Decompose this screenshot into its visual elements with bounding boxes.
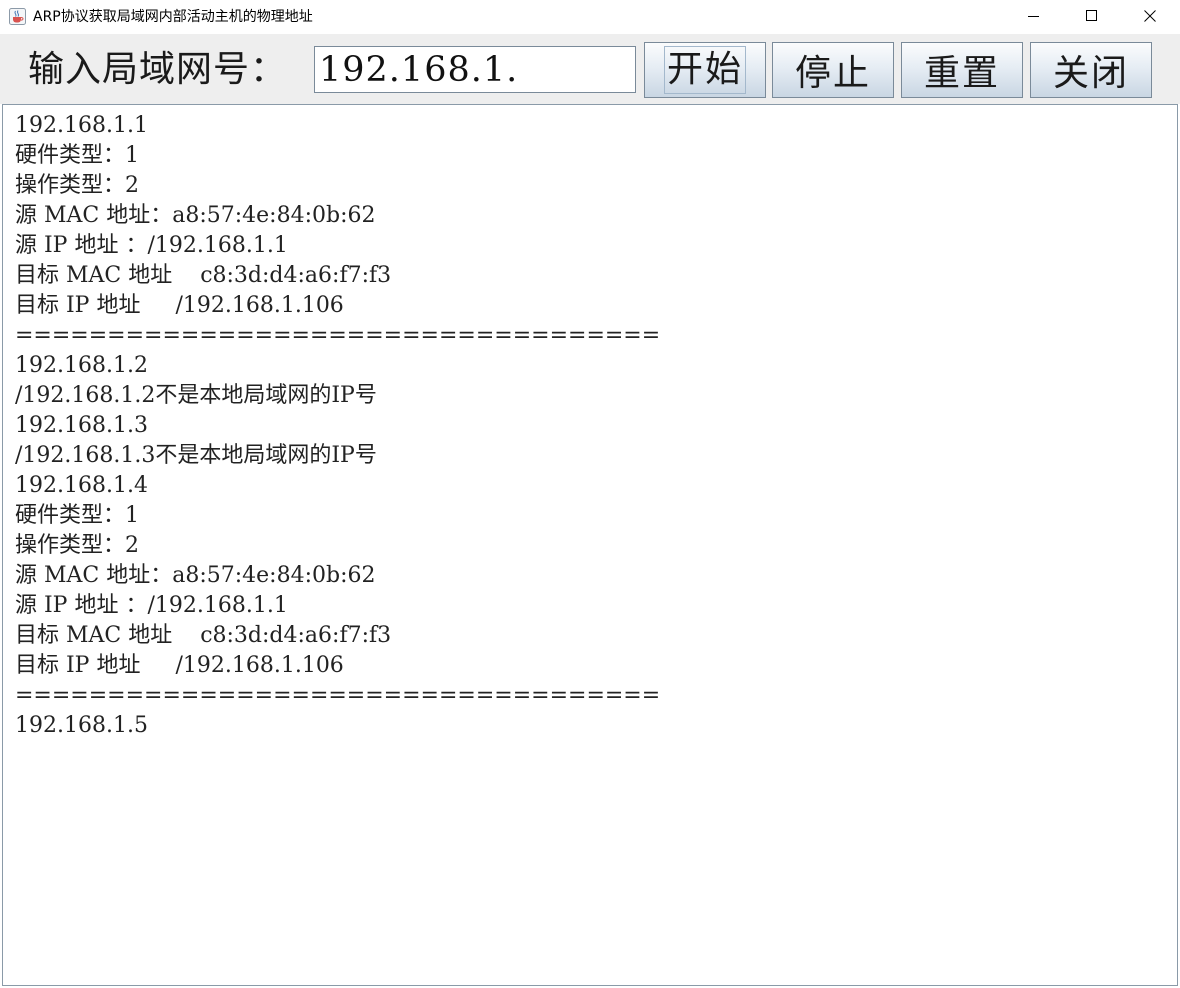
output-line: /192.168.1.2不是本地局域网的IP号 xyxy=(15,383,377,408)
output-text-area[interactable]: 192.168.1.1 硬件类型：1 操作类型：2 源 MAC 地址：a8:57:4e… xyxy=(2,104,1178,986)
close-window-button[interactable] xyxy=(1121,0,1179,32)
output-line: 目标 MAC 地址 c8:3d:d4:a6:f7:f3 xyxy=(15,623,392,648)
toolbar: 输入局域网号： 开始 停止 重置 关闭 xyxy=(0,34,1180,104)
output-line: 源 MAC 地址：a8:57:4e:84:0b:62 xyxy=(15,203,376,228)
output-line: 硬件类型：1 xyxy=(15,503,139,528)
app-window: ARP协议获取局域网内部活动主机的物理地址 输入局域网号： 开始 停止 重置 关… xyxy=(0,0,1180,988)
output-line: 目标 IP 地址 /192.168.1.106 xyxy=(15,653,344,678)
output-line: 源 IP 地址 ：/192.168.1.1 xyxy=(15,233,288,258)
output-line: 192.168.1.1 xyxy=(15,113,148,138)
minimize-icon xyxy=(1028,16,1039,17)
output-line: 目标 IP 地址 /192.168.1.106 xyxy=(15,293,344,318)
output-line: 目标 MAC 地址 c8:3d:d4:a6:f7:f3 xyxy=(15,263,392,288)
start-button-label: 开始 xyxy=(663,46,746,94)
start-button[interactable]: 开始 xyxy=(644,42,766,98)
title-bar[interactable]: ARP协议获取局域网内部活动主机的物理地址 xyxy=(0,0,1180,34)
close-icon xyxy=(1144,10,1156,22)
output-line: =================================== xyxy=(15,683,661,708)
minimize-button[interactable] xyxy=(1005,0,1063,32)
output-line: 源 MAC 地址：a8:57:4e:84:0b:62 xyxy=(15,563,376,588)
output-line: /192.168.1.3不是本地局域网的IP号 xyxy=(15,443,377,468)
output-line: 192.168.1.4 xyxy=(15,473,148,498)
output-line: 源 IP 地址 ：/192.168.1.1 xyxy=(15,593,288,618)
reset-button[interactable]: 重置 xyxy=(901,42,1023,98)
output-line: =================================== xyxy=(15,323,661,348)
output-line: 硬件类型：1 xyxy=(15,143,139,168)
output-line: 192.168.1.5 xyxy=(15,713,148,738)
network-input[interactable] xyxy=(314,46,636,93)
output-line: 操作类型：2 xyxy=(15,533,139,558)
close-button[interactable]: 关闭 xyxy=(1030,42,1152,98)
output-line: 192.168.1.3 xyxy=(15,413,148,438)
output-line: 操作类型：2 xyxy=(15,173,139,198)
output-line: 192.168.1.2 xyxy=(15,353,148,378)
java-cup-icon[interactable] xyxy=(9,8,26,25)
maximize-button[interactable] xyxy=(1063,0,1121,32)
network-label: 输入局域网号： xyxy=(28,49,288,90)
stop-button[interactable]: 停止 xyxy=(772,42,894,98)
window-title: ARP协议获取局域网内部活动主机的物理地址 xyxy=(33,9,313,25)
maximize-icon xyxy=(1086,10,1097,21)
